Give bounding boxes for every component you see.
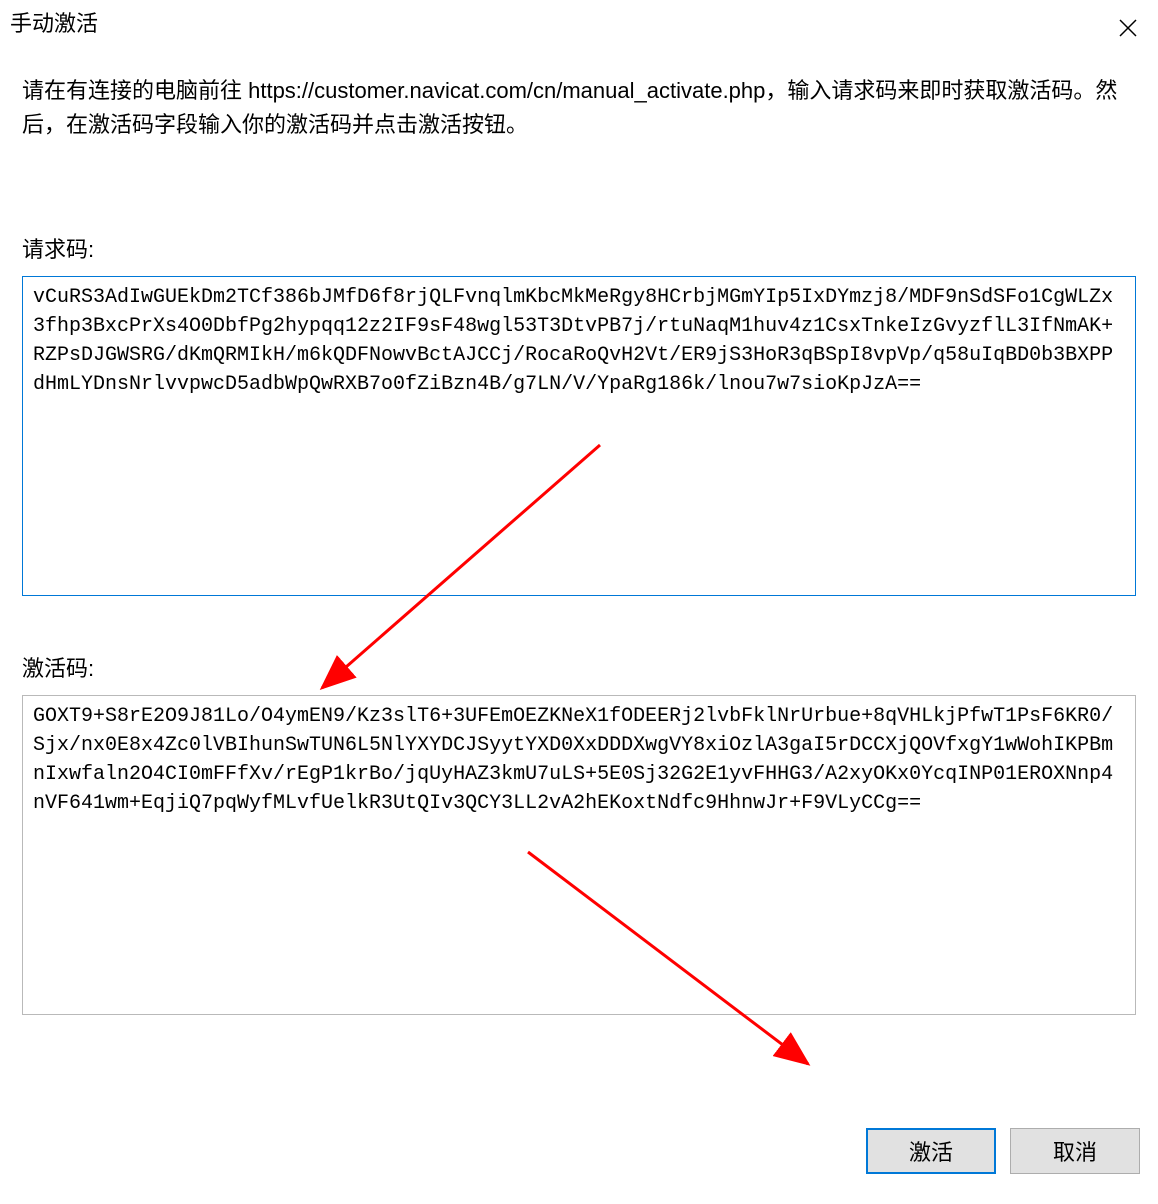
instructions-text: 请在有连接的电脑前往 https://customer.navicat.com/… — [22, 74, 1136, 142]
close-button[interactable] — [1098, 6, 1158, 50]
close-icon — [1118, 18, 1138, 38]
cancel-button[interactable]: 取消 — [1010, 1128, 1140, 1174]
titlebar: 手动激活 — [0, 0, 1158, 44]
activation-code-textarea[interactable] — [22, 695, 1136, 1015]
dialog-content: 请在有连接的电脑前往 https://customer.navicat.com/… — [0, 44, 1158, 1020]
request-code-textarea[interactable] — [22, 276, 1136, 596]
activation-code-label: 激活码: — [22, 651, 1136, 683]
button-row: 激活 取消 — [866, 1128, 1140, 1174]
activate-button[interactable]: 激活 — [866, 1128, 996, 1174]
request-code-label: 请求码: — [22, 232, 1136, 264]
window-title: 手动激活 — [10, 6, 98, 38]
